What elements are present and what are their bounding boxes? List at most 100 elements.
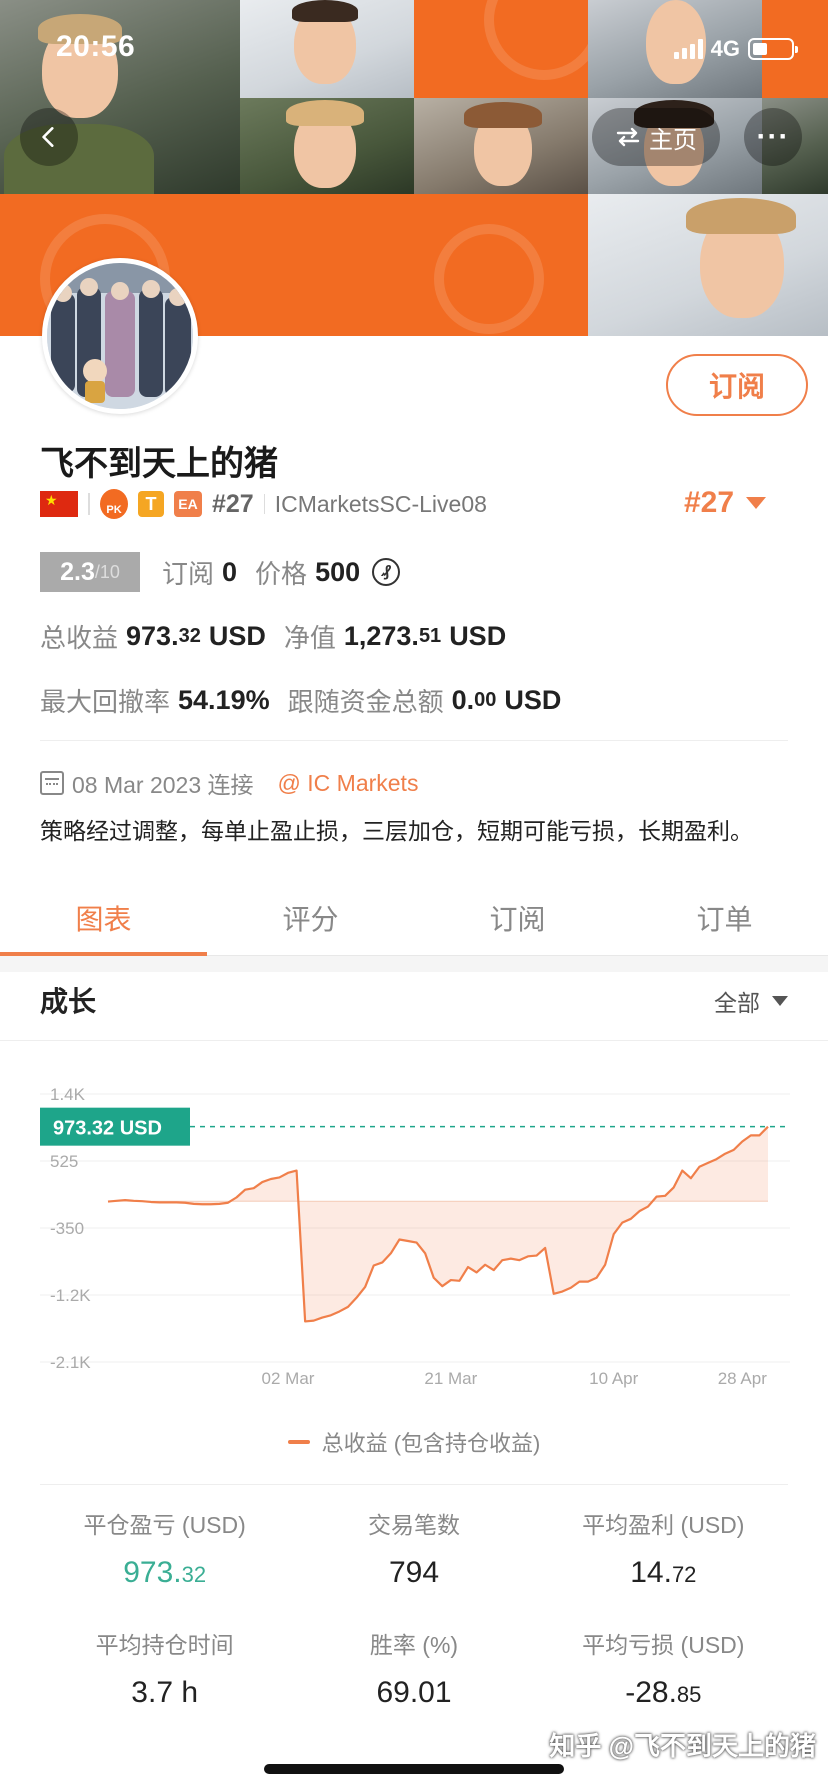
caret-down-icon [772,996,788,1006]
y-tick-label: 525 [50,1152,78,1171]
current-value-label: 973.32 USD [53,1118,162,1140]
summary-value-dec: 72 [671,1562,697,1587]
china-flag-icon: ★ [40,491,78,517]
summary-value: 794 [289,1556,538,1590]
home-button[interactable]: 主页 [592,108,720,166]
swap-icon [616,127,640,147]
avatar-image [47,263,193,409]
range-filter[interactable]: 全部 [714,984,788,1018]
summary-cell: 平均亏损 (USD) -28.85 [539,1626,788,1710]
score-max: /10 [94,561,120,582]
total-profit-int: 973. [126,621,179,651]
y-tick-label: -1.2K [50,1286,91,1305]
divider [40,1484,788,1485]
summary-cell: 平均持仓时间 3.7 h [40,1626,289,1710]
banner-photo [414,98,588,194]
network-type: 4G [710,36,740,61]
summary-label: 平均亏损 (USD) [582,1632,745,1658]
divider [0,1040,828,1041]
range-filter-label: 全部 [714,990,760,1016]
follow-funds-unit: USD [504,685,562,715]
follow-funds-dec: 00 [474,689,497,711]
rank-value: #27 [684,486,735,519]
subscribe-button[interactable]: 订阅 [666,354,808,416]
avatar[interactable] [42,258,198,414]
caret-down-icon [746,497,767,509]
coin-icon: ₰ [372,558,401,586]
back-button[interactable] [20,108,78,166]
summary-value-dec: 32 [181,1562,207,1587]
score-badge: 2.3/10 [40,552,140,592]
tab-chart[interactable]: 图表 [0,880,207,956]
summary-value: -28.85 [539,1676,788,1710]
growth-title: 成长 [40,986,97,1017]
subscriptions-value: 0 [222,556,238,587]
tab-orders[interactable]: 订单 [621,880,828,955]
banner-pattern [240,194,414,336]
ea-badge-icon: EA [174,491,202,517]
summary-label: 平均盈利 (USD) [582,1512,745,1538]
summary-value: 973.32 [40,1556,289,1590]
tab-rating[interactable]: 评分 [207,880,414,955]
summary-label: 交易笔数 [367,1512,460,1538]
summary-cell: 平仓盈亏 (USD) 973.32 [40,1506,289,1590]
summary-cell: 交易笔数 794 [289,1506,538,1590]
summary-cell: 胜率 (%) 69.01 [289,1626,538,1710]
legend-swatch [287,1440,310,1444]
battery-icon [748,38,798,60]
server-name: ICMarketsSC-Live08 [274,490,487,517]
rating-row: 2.3/10 订阅 0 价格 500 ₰ [40,552,401,592]
home-indicator[interactable] [264,1764,564,1774]
y-tick-label: -350 [50,1219,84,1238]
status-indicators: 4G [673,36,798,62]
x-tick-label: 21 Mar [424,1369,477,1388]
equity-dec: 51 [418,625,442,647]
summary-value: 3.7 h [40,1676,289,1710]
y-tick-label: -2.1K [50,1353,91,1372]
more-button[interactable]: ··· [744,108,802,166]
score-value: 2.3 [60,557,95,586]
chart-legend: 总收益 (包含持仓收益) [0,1426,828,1458]
summary-value: 69.01 [289,1676,538,1710]
banner-pattern [414,0,588,98]
profit-row: 总收益 973. 32 USD 净值 1,273. 51 USD [40,618,524,655]
more-icon: ··· [756,120,790,153]
divider [88,493,90,515]
summary-label: 平均持仓时间 [95,1632,234,1658]
username: 飞不到天上的猪 [40,445,278,483]
equity-int: 1,273. [343,621,419,651]
section-gap [0,956,828,972]
banner-photo [240,0,414,98]
broker-link[interactable]: @ IC Markets [278,770,419,797]
follow-funds-int: 0. [451,685,475,715]
tab-subscriptions[interactable]: 订阅 [414,880,621,955]
summary-value-int: -28. [625,1676,677,1709]
growth-chart[interactable]: 1.4K 525 -350 -1.2K -2.1K 973.32 USD 02 Mar 21 … [0,1060,828,1400]
legend-label: 总收益 (包含持仓收益) [321,1431,541,1456]
summary-value-int: 3.7 h [131,1676,199,1709]
y-tick-label: 1.4K [50,1085,86,1104]
summary-value-int: 973. [123,1556,182,1589]
follow-funds-label: 跟随资金总额 [287,687,444,717]
home-label: 主页 [649,126,697,154]
subscriptions-label: 订阅 [162,558,215,589]
watermark: 知乎 @飞不到天上的猪 [549,1731,816,1761]
banner-photo [240,98,414,194]
summary-value-int: 794 [388,1556,440,1589]
signal-icon [673,39,703,59]
status-time: 20:56 [56,30,136,63]
summary-grid: 平仓盈亏 (USD) 973.32 交易笔数 794 平均盈利 (USD) 14… [40,1506,788,1710]
banner-pattern [414,194,588,336]
x-tick-label: 02 Mar [262,1369,315,1388]
rank-dropdown[interactable]: #27 [684,486,767,520]
max-drawdown-label: 最大回撤率 [40,687,171,717]
summary-cell: 平均盈利 (USD) 14.72 [539,1506,788,1590]
total-profit-label: 总收益 [40,623,119,653]
t-badge-icon: T [138,491,164,517]
total-profit-dec: 32 [178,625,201,647]
equity-unit: USD [449,621,507,651]
chevron-left-icon [42,127,54,147]
banner-photo [588,194,828,336]
series-area [108,1126,768,1322]
rank-small: #27 [212,489,254,518]
